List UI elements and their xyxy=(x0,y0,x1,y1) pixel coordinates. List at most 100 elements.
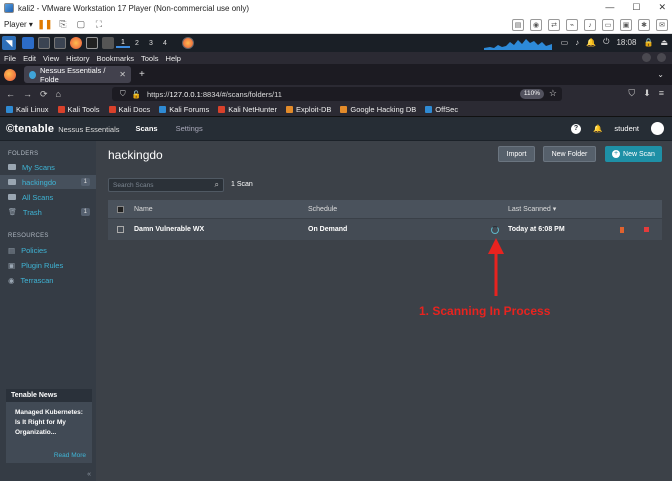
read-more-link[interactable]: Read More xyxy=(54,452,86,459)
sidebar-item-plugin-rules[interactable]: ▣ Plugin Rules xyxy=(0,258,96,272)
import-button[interactable]: Import xyxy=(498,146,535,162)
tab-nessus[interactable]: Nessus Essentials / Folde ✕ xyxy=(24,66,131,84)
nav-settings[interactable]: Settings xyxy=(176,124,203,133)
bell-icon[interactable]: 🔔 xyxy=(593,124,602,133)
stop-scan-icon[interactable] xyxy=(644,227,649,232)
zoom-badge[interactable]: 110% xyxy=(519,89,544,99)
device-message-icon[interactable]: ✉ xyxy=(656,19,668,31)
menu-help[interactable]: Help xyxy=(166,54,181,63)
bookmark-exploit-db[interactable]: Exploit-DB xyxy=(285,105,331,114)
workspace-4[interactable]: 4 xyxy=(158,40,172,47)
workspace-2[interactable]: 2 xyxy=(130,40,144,47)
ctrl-alt-del-icon[interactable]: ⎘ xyxy=(57,19,69,31)
ff-minimize-button[interactable] xyxy=(642,53,651,62)
nav-scans[interactable]: Scans xyxy=(136,124,158,133)
menu-tools[interactable]: Tools xyxy=(141,54,159,63)
file-manager-icon[interactable] xyxy=(54,37,66,49)
username[interactable]: student xyxy=(614,124,639,133)
volume-icon[interactable]: ♪ xyxy=(575,38,579,47)
sidebar-item-trash[interactable]: 🗑 Trash 1 xyxy=(0,205,96,219)
device-network-icon[interactable]: ⇄ xyxy=(548,19,560,31)
bookmark-offsec[interactable]: OffSec xyxy=(425,105,458,114)
select-all-checkbox[interactable] xyxy=(117,205,124,213)
reload-icon[interactable]: ⟳ xyxy=(40,89,48,100)
nessus-logo[interactable]: ©tenable Nessus Essentials xyxy=(6,123,120,135)
close-window-button[interactable]: ✕ xyxy=(658,2,666,13)
sidebar-item-all-scans[interactable]: All Scans xyxy=(0,190,96,204)
lock-icon[interactable]: 🔒 xyxy=(643,38,653,47)
help-icon[interactable]: ? xyxy=(571,123,582,134)
news-body[interactable]: Managed Kubernetes: Is It Right for My O… xyxy=(6,402,92,438)
terminal-icon[interactable] xyxy=(86,37,98,49)
terminal-launcher-icon[interactable] xyxy=(38,37,50,49)
bookmark-kali-docs[interactable]: Kali Docs xyxy=(108,105,150,114)
logout-icon[interactable]: ⏏ xyxy=(660,38,668,47)
collapse-sidebar-icon[interactable]: « xyxy=(87,471,91,478)
lock-warning-icon[interactable]: 🔓 xyxy=(132,90,141,99)
shield-icon[interactable]: ⛉ xyxy=(120,89,126,99)
bookmark-kali-linux[interactable]: Kali Linux xyxy=(6,105,49,114)
device-printer-icon[interactable]: ▤ xyxy=(512,19,524,31)
menu-file[interactable]: File xyxy=(4,54,16,63)
url-bar[interactable]: ⛉ 🔓 https://127.0.0.1:8834/#/scans/folde… xyxy=(112,87,562,101)
device-sound-icon[interactable]: ♪ xyxy=(584,19,596,31)
bookmark-star-icon[interactable]: ☆ xyxy=(549,88,557,99)
menu-view[interactable]: View xyxy=(43,54,59,63)
back-icon[interactable]: ← xyxy=(6,89,15,99)
column-name[interactable]: Name xyxy=(134,206,153,213)
scan-name[interactable]: Damn Vulnerable WX xyxy=(134,226,204,233)
bookmark-kali-tools[interactable]: Kali Tools xyxy=(57,105,100,114)
maximize-button[interactable]: ☐ xyxy=(632,2,640,13)
forward-icon[interactable]: → xyxy=(23,89,32,99)
new-tab-button[interactable]: + xyxy=(139,69,145,80)
search-input[interactable]: Search Scans ⌕ xyxy=(108,178,224,192)
sidebar-item-my-scans[interactable]: My Scans xyxy=(0,160,96,174)
show-desktop-icon[interactable] xyxy=(22,37,34,49)
fullscreen-icon[interactable]: ⛶ xyxy=(93,19,105,31)
bookmark-kali-forums[interactable]: Kali Forums xyxy=(159,105,209,114)
pocket-icon[interactable]: ⛉ xyxy=(628,88,635,99)
menu-history[interactable]: History xyxy=(66,54,89,63)
device-disk-icon[interactable]: ▣ xyxy=(620,19,632,31)
bookmark-google-hacking-db[interactable]: Google Hacking DB xyxy=(340,105,416,114)
ff-close-button[interactable] xyxy=(657,53,666,62)
screen-icon[interactable]: ▭ xyxy=(561,38,569,47)
minimize-button[interactable]: — xyxy=(605,2,614,13)
row-checkbox[interactable] xyxy=(117,226,124,233)
new-scan-button[interactable]: + New Scan xyxy=(605,146,662,162)
sidebar-item-terrascan[interactable]: ◉ Terrascan xyxy=(0,273,96,287)
player-menu[interactable]: Player ▾ xyxy=(4,20,33,29)
device-bluetooth-icon[interactable]: ✱ xyxy=(638,19,650,31)
workspace-3[interactable]: 3 xyxy=(144,40,158,47)
firefox-window-icon[interactable] xyxy=(182,37,194,49)
close-tab-icon[interactable]: ✕ xyxy=(119,70,126,79)
menu-bookmarks[interactable]: Bookmarks xyxy=(97,54,135,63)
menu-edit[interactable]: Edit xyxy=(23,54,36,63)
pause-scan-icon[interactable] xyxy=(620,227,624,233)
device-usb-icon[interactable]: ⌁ xyxy=(566,19,578,31)
column-last-scanned[interactable]: Last Scanned ▾ xyxy=(508,205,556,213)
power-icon[interactable]: ⏻ xyxy=(603,37,609,47)
kali-menu-icon[interactable]: ◥ xyxy=(2,36,16,50)
taskbar-dropdown-icon[interactable] xyxy=(102,37,114,49)
firefox-launcher-icon[interactable] xyxy=(70,37,82,49)
firefox-view-icon[interactable] xyxy=(4,68,16,81)
fit-guest-icon[interactable]: ▢ xyxy=(75,19,87,31)
list-tabs-icon[interactable]: ⌄ xyxy=(657,70,664,79)
extensions-icon[interactable]: ⬇ xyxy=(643,88,651,99)
device-display-icon[interactable]: ▭ xyxy=(602,19,614,31)
table-row[interactable]: Damn Vulnerable WX On Demand Today at 6:… xyxy=(108,218,662,240)
avatar[interactable] xyxy=(651,122,664,135)
search-icon[interactable]: ⌕ xyxy=(215,180,219,190)
app-menu-icon[interactable]: ≡ xyxy=(659,88,664,99)
column-schedule[interactable]: Schedule xyxy=(308,206,337,213)
sidebar-item-policies[interactable]: ▤ Policies xyxy=(0,243,96,257)
home-icon[interactable]: ⌂ xyxy=(56,89,61,99)
device-cd-icon[interactable]: ◉ xyxy=(530,19,542,31)
workspace-1[interactable]: 1 xyxy=(116,39,130,48)
notification-icon[interactable]: 🔔 xyxy=(586,38,596,47)
bookmark-kali-nethunter[interactable]: Kali NetHunter xyxy=(218,105,277,114)
sidebar-item-hackingdo[interactable]: hackingdo 1 xyxy=(0,175,96,189)
pause-icon[interactable]: ❚❚ xyxy=(37,19,52,31)
new-folder-button[interactable]: New Folder xyxy=(543,146,596,162)
